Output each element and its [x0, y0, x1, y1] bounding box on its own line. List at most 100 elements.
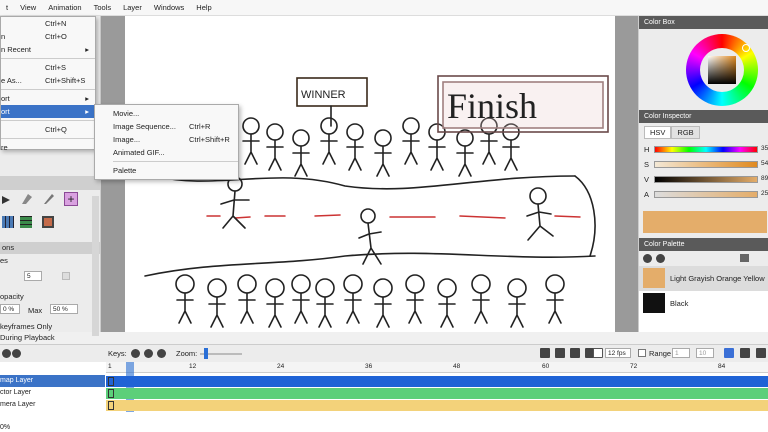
bucket-grid-icon[interactable] [20, 216, 32, 228]
arrow-tool-icon[interactable] [2, 196, 10, 204]
range-to-input[interactable]: 10 [696, 348, 714, 358]
hue-selector-handle[interactable] [742, 44, 750, 52]
remove-color-icon[interactable] [656, 253, 666, 263]
file-menu-item[interactable]: n Ctrl+O [1, 30, 95, 43]
shortcut-label: Ctrl+Shift+R [189, 135, 230, 144]
opacity-input[interactable]: 0 % [0, 304, 20, 314]
submenu-arrow-icon: ▸ [85, 107, 89, 116]
slider-value[interactable]: 54 [761, 160, 768, 167]
add-color-icon[interactable] [643, 253, 652, 263]
export-menu-item[interactable]: Movie... [113, 107, 238, 120]
keyframes-only-label: keyframes Only [0, 322, 53, 331]
play-icon[interactable] [555, 348, 565, 358]
file-menu-item-label: n [1, 32, 6, 41]
ruler-tick-label: 1 [108, 363, 112, 370]
slider-label: V [644, 175, 650, 184]
pen-tool-icon[interactable] [44, 194, 54, 204]
keyframe[interactable] [108, 377, 114, 386]
spectator-figure [374, 129, 392, 147]
options-value-input[interactable]: 5 [24, 271, 42, 281]
add-key-icon[interactable] [131, 349, 140, 358]
mute-icon[interactable] [740, 348, 750, 358]
menu-t[interactable]: t [0, 3, 14, 12]
add-layer-icon[interactable] [2, 349, 11, 358]
file-menu-item-label: re [1, 143, 8, 152]
winner-sign-text: WINNER [301, 89, 346, 101]
shortcut-label: Ctrl+N [45, 19, 67, 28]
remove-key-icon[interactable] [144, 349, 153, 358]
layer-name[interactable]: map Layer [0, 375, 105, 387]
keys-label: Keys: [108, 349, 127, 358]
file-menu-item[interactable]: Ctrl+Q [1, 123, 95, 136]
eraser-tool-icon[interactable] [22, 194, 32, 204]
saturation-value-square[interactable] [708, 56, 736, 84]
export-menu-item[interactable]: Image... Ctrl+Shift+R [113, 133, 238, 146]
frame-ruler[interactable]: 1 12 24 36 48 60 72 84 [106, 362, 768, 373]
slider-value[interactable]: 25 [761, 190, 768, 197]
menu-bar: t View Animation Tools Layer Windows Help [0, 0, 768, 16]
slider-value[interactable]: 89 [761, 175, 768, 182]
palette-item[interactable]: Light Grayish Orange Yellow [639, 266, 768, 291]
move-tool-icon[interactable]: + [64, 192, 78, 206]
file-menu-item[interactable]: e As... Ctrl+Shift+S [1, 74, 95, 87]
export-item-label: Image Sequence... [113, 122, 176, 131]
slider-track-s[interactable] [654, 161, 758, 168]
tab-rgb[interactable]: RGB [671, 126, 700, 139]
file-menu-item[interactable]: n Recent ▸ [1, 43, 95, 56]
menu-help[interactable]: Help [190, 3, 217, 12]
menu-tools[interactable]: Tools [88, 3, 118, 12]
grid-tool-icon[interactable] [2, 216, 14, 228]
left-scrollbar[interactable] [92, 196, 99, 336]
options-checkbox[interactable] [62, 272, 70, 280]
slider-track-h[interactable] [654, 146, 758, 153]
layer-track[interactable] [106, 376, 768, 387]
fps-input[interactable]: 12 fps [605, 348, 631, 358]
fill-tool-icon[interactable] [42, 216, 54, 228]
max-opacity-input[interactable]: 50 % [50, 304, 78, 314]
layer-name[interactable]: mera Layer [0, 399, 105, 411]
palette-list: Light Grayish Orange Yellow Black [639, 266, 768, 332]
timeline-menu-icon[interactable] [756, 348, 766, 358]
palette-item[interactable]: Black [639, 291, 768, 316]
export-menu-item[interactable]: Animated GIF... [113, 146, 238, 159]
file-menu-item[interactable]: Ctrl+S [1, 61, 95, 74]
keyframe[interactable] [108, 401, 114, 410]
color-wheel[interactable] [686, 34, 758, 106]
layer-track[interactable] [106, 388, 768, 399]
zoom-slider-handle[interactable] [204, 348, 208, 359]
spectator-figure [507, 278, 527, 298]
menu-separator [113, 161, 238, 162]
range-checkbox[interactable] [638, 349, 646, 357]
max-label: Max [28, 306, 43, 315]
file-menu-item[interactable]: ort ▸ [1, 92, 95, 105]
slider-value[interactable]: 35 [761, 145, 768, 152]
prev-frame-icon[interactable] [540, 348, 550, 358]
slider-row-a: A 25 [644, 189, 768, 204]
layer-track[interactable] [106, 400, 768, 411]
palette-view-icon[interactable] [740, 254, 749, 262]
during-playback-label: During Playback [0, 333, 55, 342]
duplicate-key-icon[interactable] [157, 349, 166, 358]
tab-hsv[interactable]: HSV [644, 126, 672, 139]
menu-animation[interactable]: Animation [42, 3, 87, 12]
menu-view[interactable]: View [14, 3, 42, 12]
slider-track-v[interactable] [654, 176, 758, 183]
menu-separator [1, 89, 95, 90]
file-menu-item[interactable]: Ctrl+N [1, 17, 95, 30]
range-from-input[interactable]: 1 [672, 348, 690, 358]
file-menu-item[interactable]: ort ▸ [1, 105, 95, 118]
loop-icon[interactable] [593, 348, 603, 358]
file-menu-item[interactable]: re [1, 141, 95, 154]
slider-track-a[interactable] [654, 191, 758, 198]
ruler-tick-label: 12 [189, 363, 197, 370]
export-menu-item[interactable]: Image Sequence... Ctrl+R [113, 120, 238, 133]
export-menu-item[interactable]: Palette [113, 164, 238, 177]
keyframe[interactable] [108, 389, 114, 398]
menu-windows[interactable]: Windows [148, 3, 190, 12]
palette-color-name: Black [670, 299, 689, 308]
menu-layer[interactable]: Layer [117, 3, 148, 12]
layer-name[interactable]: ctor Layer [0, 387, 105, 399]
next-frame-icon[interactable] [570, 348, 580, 358]
remove-layer-icon[interactable] [12, 349, 21, 358]
sound-icon[interactable] [724, 348, 734, 358]
